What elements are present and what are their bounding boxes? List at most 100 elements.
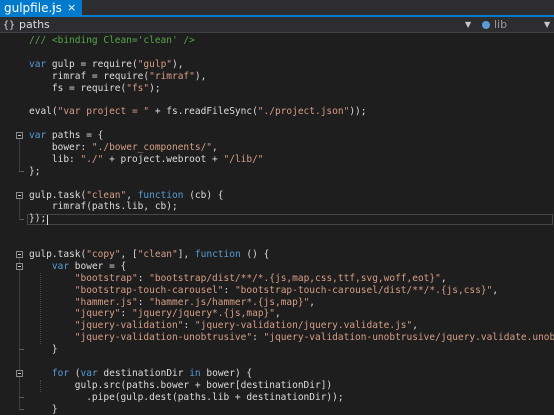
code-line: for (var destinationDir in bower) {: [29, 368, 554, 380]
navigation-bar: {} paths ▼ lib ▼: [0, 17, 554, 33]
code-line: eval("var project = " + fs.readFileSync(…: [29, 106, 554, 118]
code-token: function: [194, 249, 241, 261]
code-token: /// <binding Clean='clean' />: [29, 35, 195, 46]
collapse-toggle-icon[interactable]: [16, 132, 23, 140]
code-line: });: [29, 213, 554, 225]
code-token: :: [137, 272, 150, 284]
code-line: gulp.src(paths.bower + bower[destination…: [29, 380, 554, 392]
code-line: .pipe(gulp.dest(paths.lib + destinationD…: [29, 392, 554, 404]
code-token: eval(: [29, 106, 58, 118]
document-tab-strip: gulpfile.js ♮ ×: [0, 0, 554, 17]
dropdown-arrow-icon[interactable]: ▼: [465, 17, 471, 32]
collapse-toggle-icon[interactable]: [16, 370, 23, 378]
code-token: "jquery-validation/jquery.validate.js": [194, 320, 413, 332]
outline-bar: [19, 139, 20, 171]
code-token: var: [51, 260, 70, 272]
code-token: gulp.src(paths.bower + bower[destination…: [29, 379, 333, 391]
code-token: in: [189, 367, 201, 379]
code-token: ,: [126, 189, 138, 201]
code-token: "jquery": [74, 308, 121, 320]
code-token: "jquery-validation-unobtrusive/jquery.va…: [263, 332, 554, 344]
outline-bar: [19, 377, 20, 397]
code-token: "./bower_components/": [91, 142, 213, 154]
code-line: fs = require("fs");: [29, 83, 554, 95]
code-token: :: [223, 284, 235, 296]
code-line: "bootstrap": "bootstrap/dist/**/*.{js,ma…: [29, 273, 554, 285]
code-token: () {: [240, 249, 270, 261]
code-token: function: [137, 189, 184, 201]
code-line: "hammer.js": "hammer.js/hammer*.{js,map}…: [29, 297, 554, 309]
code-token: ,: [440, 272, 447, 284]
code-token: :: [183, 320, 195, 332]
collapse-toggle-icon[interactable]: [16, 191, 23, 199]
code-line: var bower = {: [29, 261, 554, 273]
code-token: ],: [177, 249, 195, 261]
code-line: lib: "./" + project.webroot + "/lib/": [29, 154, 554, 166]
code-line: bower: "./bower_components/",: [29, 142, 554, 154]
code-token: bower) {: [200, 367, 253, 379]
code-token: + project.webroot +: [103, 153, 224, 165]
code-token: paths = {: [46, 130, 104, 142]
code-token: "bootstrap": [74, 272, 138, 284]
outline-end: [19, 218, 24, 220]
code-token: var: [29, 58, 47, 70]
code-token: };: [29, 165, 41, 177]
collapse-toggle-icon[interactable]: [16, 263, 23, 271]
code-token: "/lib/": [223, 153, 264, 165]
code-token: "bootstrap-touch-carousel": [74, 284, 224, 296]
scope-label: paths: [19, 18, 50, 31]
code-token: .pipe(gulp.dest(paths.lib + destinationD…: [29, 391, 344, 403]
code-token: "bootstrap-touch-carousel/dist/**/*.{js,…: [234, 284, 493, 296]
pin-icon[interactable]: ♮: [52, 1, 56, 17]
code-token: ,: [309, 296, 316, 308]
code-token: ,: [492, 284, 499, 296]
code-line: };: [29, 166, 554, 178]
code-token: :: [137, 296, 150, 308]
code-line: "jquery-validation": "jquery-validation/…: [29, 320, 554, 332]
outline-end: [19, 397, 24, 398]
outline-bar: [19, 270, 20, 350]
code-line: gulp.task("clean", function (cb) {: [29, 190, 554, 202]
collapse-toggle-icon[interactable]: [16, 251, 23, 259]
code-token: var: [80, 367, 98, 379]
code-token: "bootstrap/dist/**/*.{js,map,css,ttf,svg…: [149, 272, 441, 284]
close-icon[interactable]: ×: [67, 0, 76, 16]
outline-bar: [19, 198, 20, 219]
code-token: "var project = ": [57, 106, 150, 118]
code-token: (cb) {: [183, 189, 224, 201]
code-token: for: [51, 367, 70, 379]
code-line: var gulp = require("gulp"),: [29, 59, 554, 71]
tab-gulpfile[interactable]: gulpfile.js ♮ ×: [0, 0, 82, 17]
code-token: gulp.task(: [29, 189, 87, 201]
code-token: ,: [412, 320, 418, 332]
code-line: rimraf(paths.lib, cb);: [29, 201, 554, 213]
scope-dropdown[interactable]: {} paths: [3, 17, 50, 33]
code-line: var paths = {: [29, 130, 554, 142]
code-token: lib:: [29, 153, 81, 165]
code-token: "clean": [86, 189, 127, 201]
editor-window: gulpfile.js ♮ × {} paths ▼ lib ▼ /// <bin…: [0, 0, 554, 415]
code-token: gulp = require(: [46, 58, 138, 70]
member-dropdown[interactable]: lib: [482, 17, 507, 32]
code-editor[interactable]: /// <binding Clean='clean' /> var gulp =…: [0, 33, 554, 415]
code-token: );: [149, 82, 161, 94]
code-token: :: [120, 308, 132, 320]
code-line: /// <binding Clean='clean' />: [29, 35, 554, 47]
code-token: }: [29, 344, 58, 356]
dropdown-arrow-icon[interactable]: ▼: [544, 17, 550, 32]
code-token: rimraf(paths.lib, cb);: [29, 201, 178, 213]
code-token: + fs.readFileSync(: [149, 106, 258, 118]
outline-end: [19, 349, 24, 351]
code-token: destinationDir: [97, 367, 190, 379]
code-token: "clean": [137, 249, 178, 261]
code-token: rimraf = require(: [29, 70, 150, 82]
